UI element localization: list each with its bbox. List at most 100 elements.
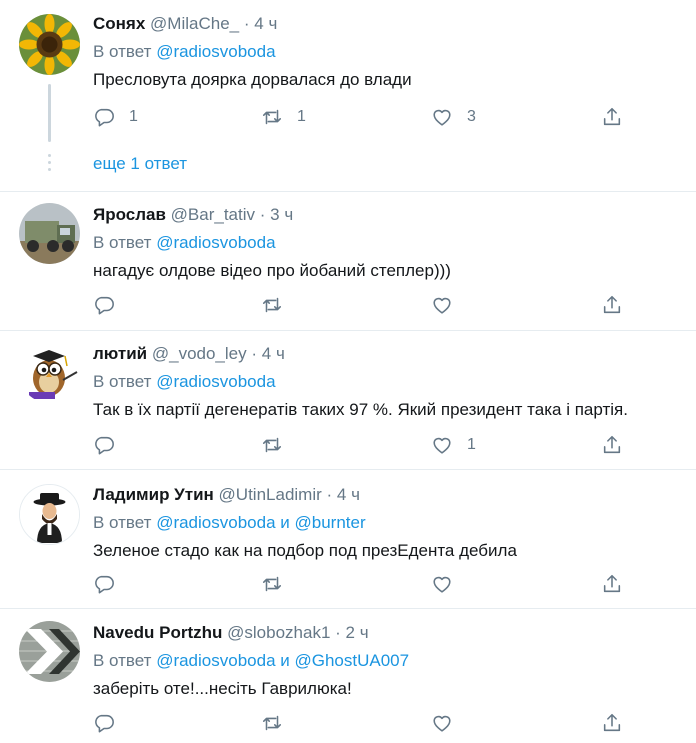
avatar[interactable] bbox=[19, 342, 80, 403]
mention-link[interactable]: @radiosvoboda bbox=[156, 372, 275, 391]
reply-button[interactable]: 1 bbox=[93, 105, 138, 129]
replying-to: В ответ @radiosvoboda и @burnter bbox=[93, 511, 680, 535]
tweet[interactable]: Ладимир Утин @UtinLadimir · 4 ч В ответ … bbox=[0, 470, 696, 609]
reply-prefix: В ответ bbox=[93, 513, 152, 532]
tweet-header: Ярослав @Bar_tativ · 3 ч bbox=[93, 203, 680, 227]
mention-link[interactable]: @radiosvoboda bbox=[156, 513, 275, 532]
like-icon bbox=[433, 715, 451, 732]
tweet-text: Так в їх партії дегенератів таких 97 %. … bbox=[93, 400, 628, 419]
avatar[interactable] bbox=[19, 621, 80, 682]
reply-prefix: В ответ bbox=[93, 372, 152, 391]
tweet-text: нагадує олдове відео про йобаний степлер… bbox=[93, 261, 451, 280]
reply-button[interactable] bbox=[93, 711, 129, 735]
like-icon bbox=[433, 576, 451, 593]
share-button[interactable] bbox=[601, 433, 623, 457]
reply-prefix: В ответ bbox=[93, 233, 152, 252]
share-button[interactable] bbox=[601, 711, 623, 735]
retweet-count: 1 bbox=[297, 108, 306, 125]
replying-to: В ответ @radiosvoboda bbox=[93, 370, 680, 394]
tweet[interactable]: Navedu Portzhu @slobozhak1 · 2 ч В ответ… bbox=[0, 609, 696, 743]
like-button[interactable] bbox=[431, 711, 467, 735]
share-icon bbox=[603, 435, 621, 454]
tweet-actions bbox=[93, 572, 633, 596]
timestamp[interactable]: 3 ч bbox=[270, 205, 293, 224]
share-button[interactable] bbox=[601, 572, 623, 596]
thread-dots bbox=[47, 154, 51, 176]
reply-button[interactable] bbox=[93, 433, 129, 457]
reply-button[interactable] bbox=[93, 572, 129, 596]
display-name[interactable]: Navedu Portzhu bbox=[93, 623, 222, 642]
tweet[interactable]: Ярослав @Bar_tativ · 3 ч В ответ @radios… bbox=[0, 192, 696, 331]
tweet-header: Navedu Portzhu @slobozhak1 · 2 ч bbox=[93, 621, 680, 645]
retweet-icon bbox=[262, 109, 282, 125]
reply-button[interactable] bbox=[93, 293, 129, 317]
share-button[interactable] bbox=[601, 105, 623, 129]
like-button[interactable]: 3 bbox=[431, 105, 476, 129]
share-icon bbox=[603, 574, 621, 593]
like-button[interactable] bbox=[431, 572, 467, 596]
like-button[interactable]: 1 bbox=[431, 433, 476, 457]
timestamp[interactable]: 4 ч bbox=[337, 485, 360, 504]
retweet-icon bbox=[262, 437, 282, 453]
reply-icon bbox=[95, 296, 114, 315]
like-count: 3 bbox=[467, 108, 476, 125]
share-icon bbox=[603, 295, 621, 314]
avatar[interactable] bbox=[19, 203, 80, 264]
like-icon bbox=[433, 297, 451, 314]
mention-link[interactable]: @burnter bbox=[295, 513, 366, 532]
tweet-actions: 1 1 3 bbox=[93, 105, 633, 129]
separator-dot: · bbox=[251, 344, 258, 363]
separator-dot: · bbox=[259, 205, 266, 224]
retweet-button[interactable] bbox=[261, 293, 297, 317]
retweet-button[interactable] bbox=[261, 433, 297, 457]
timestamp[interactable]: 4 ч bbox=[254, 14, 277, 33]
tweet-actions bbox=[93, 711, 633, 735]
tweet-text: заберіть оте!...несіть Гаврилюка! bbox=[93, 679, 352, 698]
user-handle[interactable]: @UtinLadimir bbox=[219, 485, 322, 504]
like-icon bbox=[433, 109, 451, 126]
timestamp[interactable]: 2 ч bbox=[346, 623, 369, 642]
tweet[interactable]: Сонях @MilaChe_ · 4 ч В ответ @radiosvob… bbox=[0, 0, 696, 192]
tweet-header: Ладимир Утин @UtinLadimir · 4 ч bbox=[93, 483, 680, 507]
avatar[interactable] bbox=[19, 484, 80, 545]
avatar[interactable] bbox=[19, 14, 80, 75]
replying-to: В ответ @radiosvoboda bbox=[93, 231, 680, 255]
reply-prefix: В ответ bbox=[93, 651, 152, 670]
display-name[interactable]: Ярослав bbox=[93, 205, 166, 224]
user-handle[interactable]: @Bar_tativ bbox=[171, 205, 255, 224]
tweet[interactable]: лютий @_vodo_ley · 4 ч В ответ @radiosvo… bbox=[0, 331, 696, 470]
timestamp[interactable]: 4 ч bbox=[262, 344, 285, 363]
separator-dot: · bbox=[326, 485, 333, 504]
thread-line bbox=[48, 84, 51, 142]
separator-dot: · bbox=[335, 623, 341, 642]
tweet-actions bbox=[93, 293, 633, 317]
mention-link[interactable]: @radiosvoboda bbox=[156, 42, 275, 61]
share-icon bbox=[603, 107, 621, 126]
like-count: 1 bbox=[467, 436, 476, 453]
retweet-icon bbox=[262, 715, 282, 731]
retweet-button[interactable]: 1 bbox=[261, 105, 306, 129]
reply-count: 1 bbox=[129, 108, 138, 125]
display-name[interactable]: Сонях bbox=[93, 14, 145, 33]
display-name[interactable]: Ладимир Утин bbox=[93, 485, 214, 504]
user-handle[interactable]: @slobozhak1 bbox=[227, 623, 330, 642]
mention-conjunction: и bbox=[280, 651, 290, 670]
like-icon bbox=[433, 437, 451, 454]
user-handle[interactable]: @MilaChe_ bbox=[150, 14, 239, 33]
mention-link[interactable]: @radiosvoboda bbox=[156, 651, 275, 670]
display-name[interactable]: лютий bbox=[93, 344, 147, 363]
share-button[interactable] bbox=[601, 293, 623, 317]
reply-icon bbox=[95, 714, 114, 733]
reply-icon bbox=[95, 436, 114, 455]
mention-link[interactable]: @radiosvoboda bbox=[156, 233, 275, 252]
separator-dot: · bbox=[243, 14, 250, 33]
retweet-icon bbox=[262, 297, 282, 313]
replies-feed: Сонях @MilaChe_ · 4 ч В ответ @radiosvob… bbox=[0, 0, 696, 743]
show-more-replies-link[interactable]: еще 1 ответ bbox=[93, 154, 187, 174]
mention-link[interactable]: @GhostUA007 bbox=[295, 651, 410, 670]
tweet-text: Зеленое стадо как на подбор под презЕден… bbox=[93, 541, 517, 560]
user-handle[interactable]: @_vodo_ley bbox=[152, 344, 247, 363]
like-button[interactable] bbox=[431, 293, 467, 317]
retweet-button[interactable] bbox=[261, 711, 297, 735]
retweet-button[interactable] bbox=[261, 572, 297, 596]
